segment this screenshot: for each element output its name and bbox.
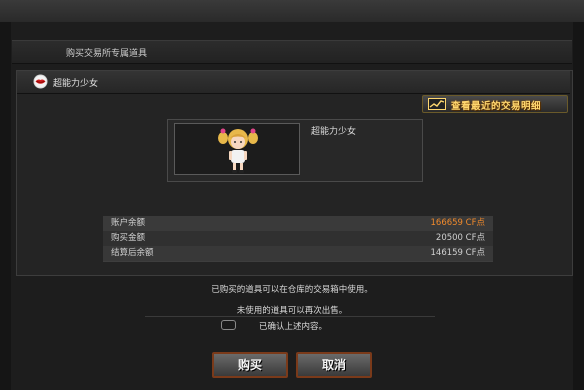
confirm-label[interactable]: 已确认上述内容。 xyxy=(259,320,327,332)
summary-label: 购买金额 xyxy=(111,233,146,243)
view-trade-history-label: 查看最近的交易明细 xyxy=(451,101,542,112)
summary-row-balance: 账户余额 166659 CF点 xyxy=(103,216,493,231)
character-girl-icon xyxy=(218,128,258,173)
lips-icon xyxy=(33,74,48,89)
summary-label: 账户余额 xyxy=(111,218,146,228)
summary-value: 166659 CF点 xyxy=(430,218,485,228)
item-panel-header xyxy=(17,71,570,94)
top-band xyxy=(0,0,584,22)
item-name: 超能力少女 xyxy=(311,127,357,137)
dialog-title: 购买交易所专属道具 xyxy=(66,49,148,59)
item-thumbnail xyxy=(174,123,300,175)
buy-button[interactable]: 购买 xyxy=(212,352,288,378)
divider xyxy=(145,316,435,317)
item-header-name: 超能力少女 xyxy=(53,79,99,89)
summary-label: 结算后余额 xyxy=(111,248,154,258)
warehouse-note: 已购买的道具可以在仓库的交易箱中使用。 xyxy=(211,285,373,295)
summary-value: 146159 CF点 xyxy=(430,248,485,258)
summary-row-purchase: 购买金额 20500 CF点 xyxy=(103,231,493,246)
resell-note: 未使用的道具可以再次出售。 xyxy=(236,306,348,316)
summary-value: 20500 CF点 xyxy=(435,233,485,243)
trend-chart-icon xyxy=(428,98,446,110)
confirm-checkbox[interactable] xyxy=(221,320,236,330)
cancel-button[interactable]: 取消 xyxy=(296,352,372,378)
view-trade-history-button[interactable]: 查看最近的交易明细 xyxy=(422,95,568,113)
summary-row-remaining: 结算后余额 146159 CF点 xyxy=(103,246,493,261)
